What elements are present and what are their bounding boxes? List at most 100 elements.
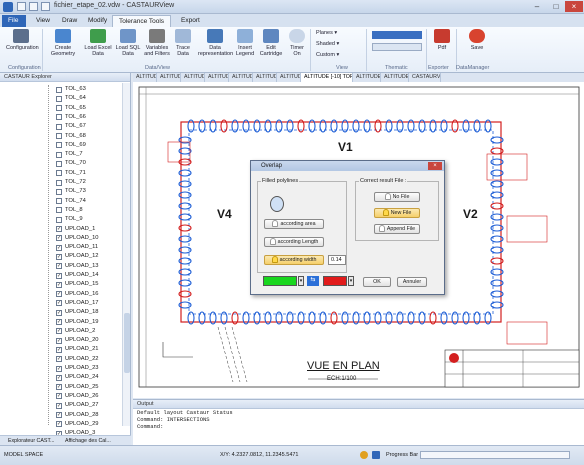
doc-tab[interactable]: ALTITUDE [-2]: [353, 73, 381, 82]
ok-button[interactable]: OK: [363, 277, 391, 287]
tree-item-checkbox[interactable]: [56, 179, 62, 186]
timer-on-button[interactable]: Timer On: [287, 29, 307, 57]
edit-cartridge-button[interactable]: Edit Cartridge: [258, 29, 284, 57]
planes-dropdown[interactable]: Planes ▾: [316, 30, 337, 36]
tree-item[interactable]: TOL_70: [0, 159, 122, 168]
create-geometry-button[interactable]: Create Geometry: [48, 29, 78, 57]
status-grid-icon[interactable]: [372, 451, 380, 459]
tree-item-checkbox[interactable]: [56, 207, 62, 214]
explorer-scrollbar[interactable]: [122, 83, 130, 426]
tree-item[interactable]: ✓ UPLOAD_22: [0, 355, 122, 364]
according-width-button[interactable]: according width: [264, 255, 324, 265]
according-area-button[interactable]: according area: [264, 219, 324, 229]
tree-item[interactable]: ✓ UPLOAD_15: [0, 280, 122, 289]
tree-item-checkbox[interactable]: ✓: [56, 272, 62, 279]
tree-item[interactable]: TOL_7: [0, 150, 122, 159]
tree-item[interactable]: TOL_73: [0, 187, 122, 196]
tree-item-checkbox[interactable]: [56, 114, 62, 121]
tree-item[interactable]: TOL_64: [0, 94, 122, 103]
tree-item-checkbox[interactable]: ✓: [56, 365, 62, 372]
tab-modify[interactable]: Modify: [82, 15, 113, 27]
tree-item[interactable]: TOL_71: [0, 169, 122, 178]
tree-item-checkbox[interactable]: ✓: [56, 319, 62, 325]
custom-dropdown[interactable]: Custom ▾: [316, 52, 339, 58]
redo-quick-icon[interactable]: [41, 2, 50, 11]
tree-item-checkbox[interactable]: ✓: [56, 337, 62, 344]
thematic-color-fill[interactable]: [372, 31, 422, 39]
pdf-export-button[interactable]: Pdf: [432, 29, 452, 51]
tree-item-checkbox[interactable]: ✓: [56, 346, 62, 353]
thematic-line-style[interactable]: [372, 43, 422, 51]
tree-item-checkbox[interactable]: ✓: [56, 235, 62, 242]
tree-item[interactable]: TOL_8: [0, 206, 122, 215]
color-dropdown-arrow[interactable]: ▾: [348, 276, 354, 286]
tree-item-checkbox[interactable]: [56, 105, 62, 112]
tree-item[interactable]: ✓ UPLOAD_14: [0, 271, 122, 280]
no-file-button[interactable]: No File: [374, 192, 420, 202]
save-quick-icon[interactable]: [17, 2, 26, 11]
doc-tab[interactable]: ALTITUDE [-3]: [277, 73, 301, 82]
tree-item[interactable]: TOL_74: [0, 197, 122, 206]
doc-tab[interactable]: ALTITUDE [-1]: [381, 73, 409, 82]
tree-item-checkbox[interactable]: [56, 160, 62, 167]
tree-item-checkbox[interactable]: [56, 151, 62, 158]
tree-item[interactable]: ✓ UPLOAD_13: [0, 262, 122, 271]
append-file-button[interactable]: Append File: [374, 224, 420, 234]
tab-file[interactable]: File: [2, 15, 26, 27]
tree-item[interactable]: ✓ UPLOAD_27: [0, 401, 122, 410]
configuration-button[interactable]: Configuration: [6, 29, 39, 51]
tree-item[interactable]: ✓ UPLOAD_2: [0, 327, 122, 336]
tree-item-checkbox[interactable]: [56, 198, 62, 205]
tree-item[interactable]: TOL_9: [0, 215, 122, 224]
tree-item[interactable]: ✓ UPLOAD_29: [0, 420, 122, 429]
undo-quick-icon[interactable]: [29, 2, 38, 11]
tree-item-checkbox[interactable]: [56, 133, 62, 139]
tree-item[interactable]: TOL_68: [0, 132, 122, 141]
tree-item[interactable]: TOL_69: [0, 141, 122, 150]
tree-item-checkbox[interactable]: ✓: [56, 300, 62, 307]
tab-export[interactable]: Export: [175, 15, 206, 27]
doc-tab[interactable]: CASTAURView: [409, 73, 441, 82]
tree-item-checkbox[interactable]: ✓: [56, 244, 62, 251]
tree-item[interactable]: ✓ UPLOAD_12: [0, 252, 122, 261]
tree-item[interactable]: ✓ UPLOAD_17: [0, 299, 122, 308]
tab-draw[interactable]: Draw: [56, 15, 83, 27]
doc-tab[interactable]: ALTITUDE [-6]: [205, 73, 229, 82]
doc-tab[interactable]: ALTITUDE [-9]: [133, 73, 157, 82]
tree-item[interactable]: ✓ UPLOAD_25: [0, 383, 122, 392]
color-picker-red[interactable]: [323, 276, 347, 286]
tree-item-checkbox[interactable]: [56, 188, 62, 195]
cancel-button[interactable]: Annuler: [397, 277, 427, 287]
tree-item[interactable]: ✓ UPLOAD_20: [0, 336, 122, 345]
tree-item[interactable]: ✓ UPLOAD_1: [0, 225, 122, 234]
save-button[interactable]: Save: [466, 29, 488, 51]
width-input[interactable]: 0.14: [328, 255, 346, 265]
insert-legend-button[interactable]: Insert Legend: [234, 29, 256, 57]
doc-tab[interactable]: ALTITUDE [-7]: [181, 73, 205, 82]
tree-item[interactable]: TOL_63: [0, 85, 122, 94]
tree-item[interactable]: ✓ UPLOAD_18: [0, 308, 122, 317]
dialog-close-icon[interactable]: ×: [428, 162, 442, 170]
minimize-icon[interactable]: –: [528, 1, 546, 12]
tab-view[interactable]: View: [30, 15, 56, 27]
load-sql-button[interactable]: Load SQL Data: [114, 29, 142, 57]
load-excel-button[interactable]: Load Excel Data: [84, 29, 112, 57]
tree-item-checkbox[interactable]: ✓: [56, 356, 62, 363]
color-picker-green[interactable]: [263, 276, 297, 286]
doc-tab[interactable]: ALTITUDE [-4]: [253, 73, 277, 82]
tree-item[interactable]: TOL_72: [0, 178, 122, 187]
doc-tab-active[interactable]: ALTITUDE [-10] TOP VIEW: [301, 73, 353, 82]
according-length-button[interactable]: according Length: [264, 237, 324, 247]
doc-tab[interactable]: ALTITUDE [-5]: [229, 73, 253, 82]
maximize-icon[interactable]: □: [547, 1, 565, 12]
trace-data-button[interactable]: Trace Data: [172, 29, 194, 57]
tree-item[interactable]: ✓ UPLOAD_23: [0, 364, 122, 373]
tab-tolerance-tools[interactable]: Tolerance Tools: [112, 15, 172, 27]
tree-item-checkbox[interactable]: ✓: [56, 374, 62, 381]
doc-tab[interactable]: ALTITUDE [-8]: [157, 73, 181, 82]
tree-item-checkbox[interactable]: ✓: [56, 384, 62, 391]
variables-filters-button[interactable]: Variables and Filters: [142, 29, 172, 57]
tree-item[interactable]: ✓ UPLOAD_10: [0, 234, 122, 243]
tree-item-checkbox[interactable]: ✓: [56, 281, 62, 288]
tree-item-checkbox[interactable]: ✓: [56, 309, 62, 316]
